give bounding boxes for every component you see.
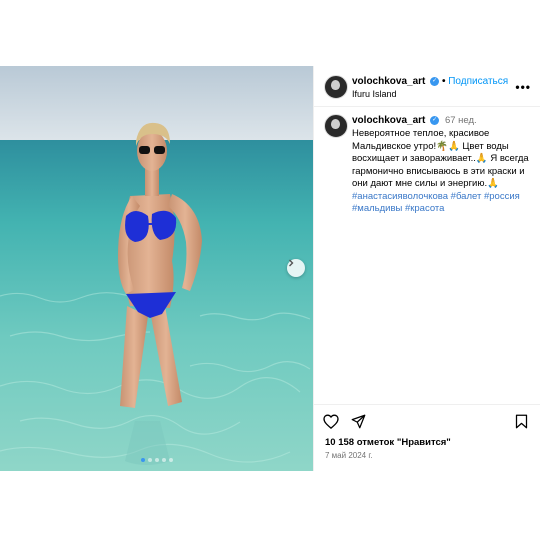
caption-body: Невероятное теплое, красивое Мальдивское… [352,128,529,189]
post-photo[interactable] [0,66,313,471]
header-username-row: volochkova_art ✓ • Подписаться [352,76,508,87]
verified-icon: ✓ [430,115,440,125]
beach-photo [0,66,313,471]
carousel-dot [161,458,166,462]
post-date[interactable]: 7 май 2024 г. [325,451,373,460]
carousel-dot [140,458,145,462]
bookmark-icon[interactable] [515,414,528,429]
post-container: volochkova_art ✓ • Подписаться Ifuru Isl… [0,66,540,471]
avatar[interactable] [324,75,348,99]
share-icon[interactable] [351,414,366,429]
caption-username[interactable]: volochkova_art [352,115,425,126]
action-bar: 10 158 отметок "Нравится" 7 май 2024 г. [314,404,540,472]
username-link[interactable]: volochkova_art [352,76,425,87]
carousel-dot [168,458,173,462]
post-time[interactable]: 67 нед. [445,115,477,126]
chevron-right-icon [289,259,294,267]
separator: • [441,76,446,87]
carousel-dot [154,458,159,462]
carousel-dot [147,458,152,462]
post-header: volochkova_art ✓ • Подписаться Ifuru Isl… [314,66,540,107]
caption-header: volochkova_art ✓ 67 нед. [352,115,477,126]
verified-icon: ✓ [430,76,440,86]
likes-count[interactable]: 10 158 отметок "Нравится" [325,437,451,448]
location-link[interactable]: Ifuru Island [352,89,397,99]
follow-button[interactable]: Подписаться [448,76,508,87]
hashtags[interactable]: #анастасияволочкова #балет #россия #маль… [352,191,520,215]
post-sidebar: volochkova_art ✓ • Подписаться Ifuru Isl… [313,66,540,471]
caption-text: Невероятное теплое, красивое Мальдивское… [352,128,532,216]
carousel-dots [0,458,313,462]
heart-icon[interactable] [323,414,339,429]
caption-avatar[interactable] [324,114,348,138]
next-photo-button[interactable] [287,259,305,277]
more-icon[interactable]: ••• [515,80,531,94]
